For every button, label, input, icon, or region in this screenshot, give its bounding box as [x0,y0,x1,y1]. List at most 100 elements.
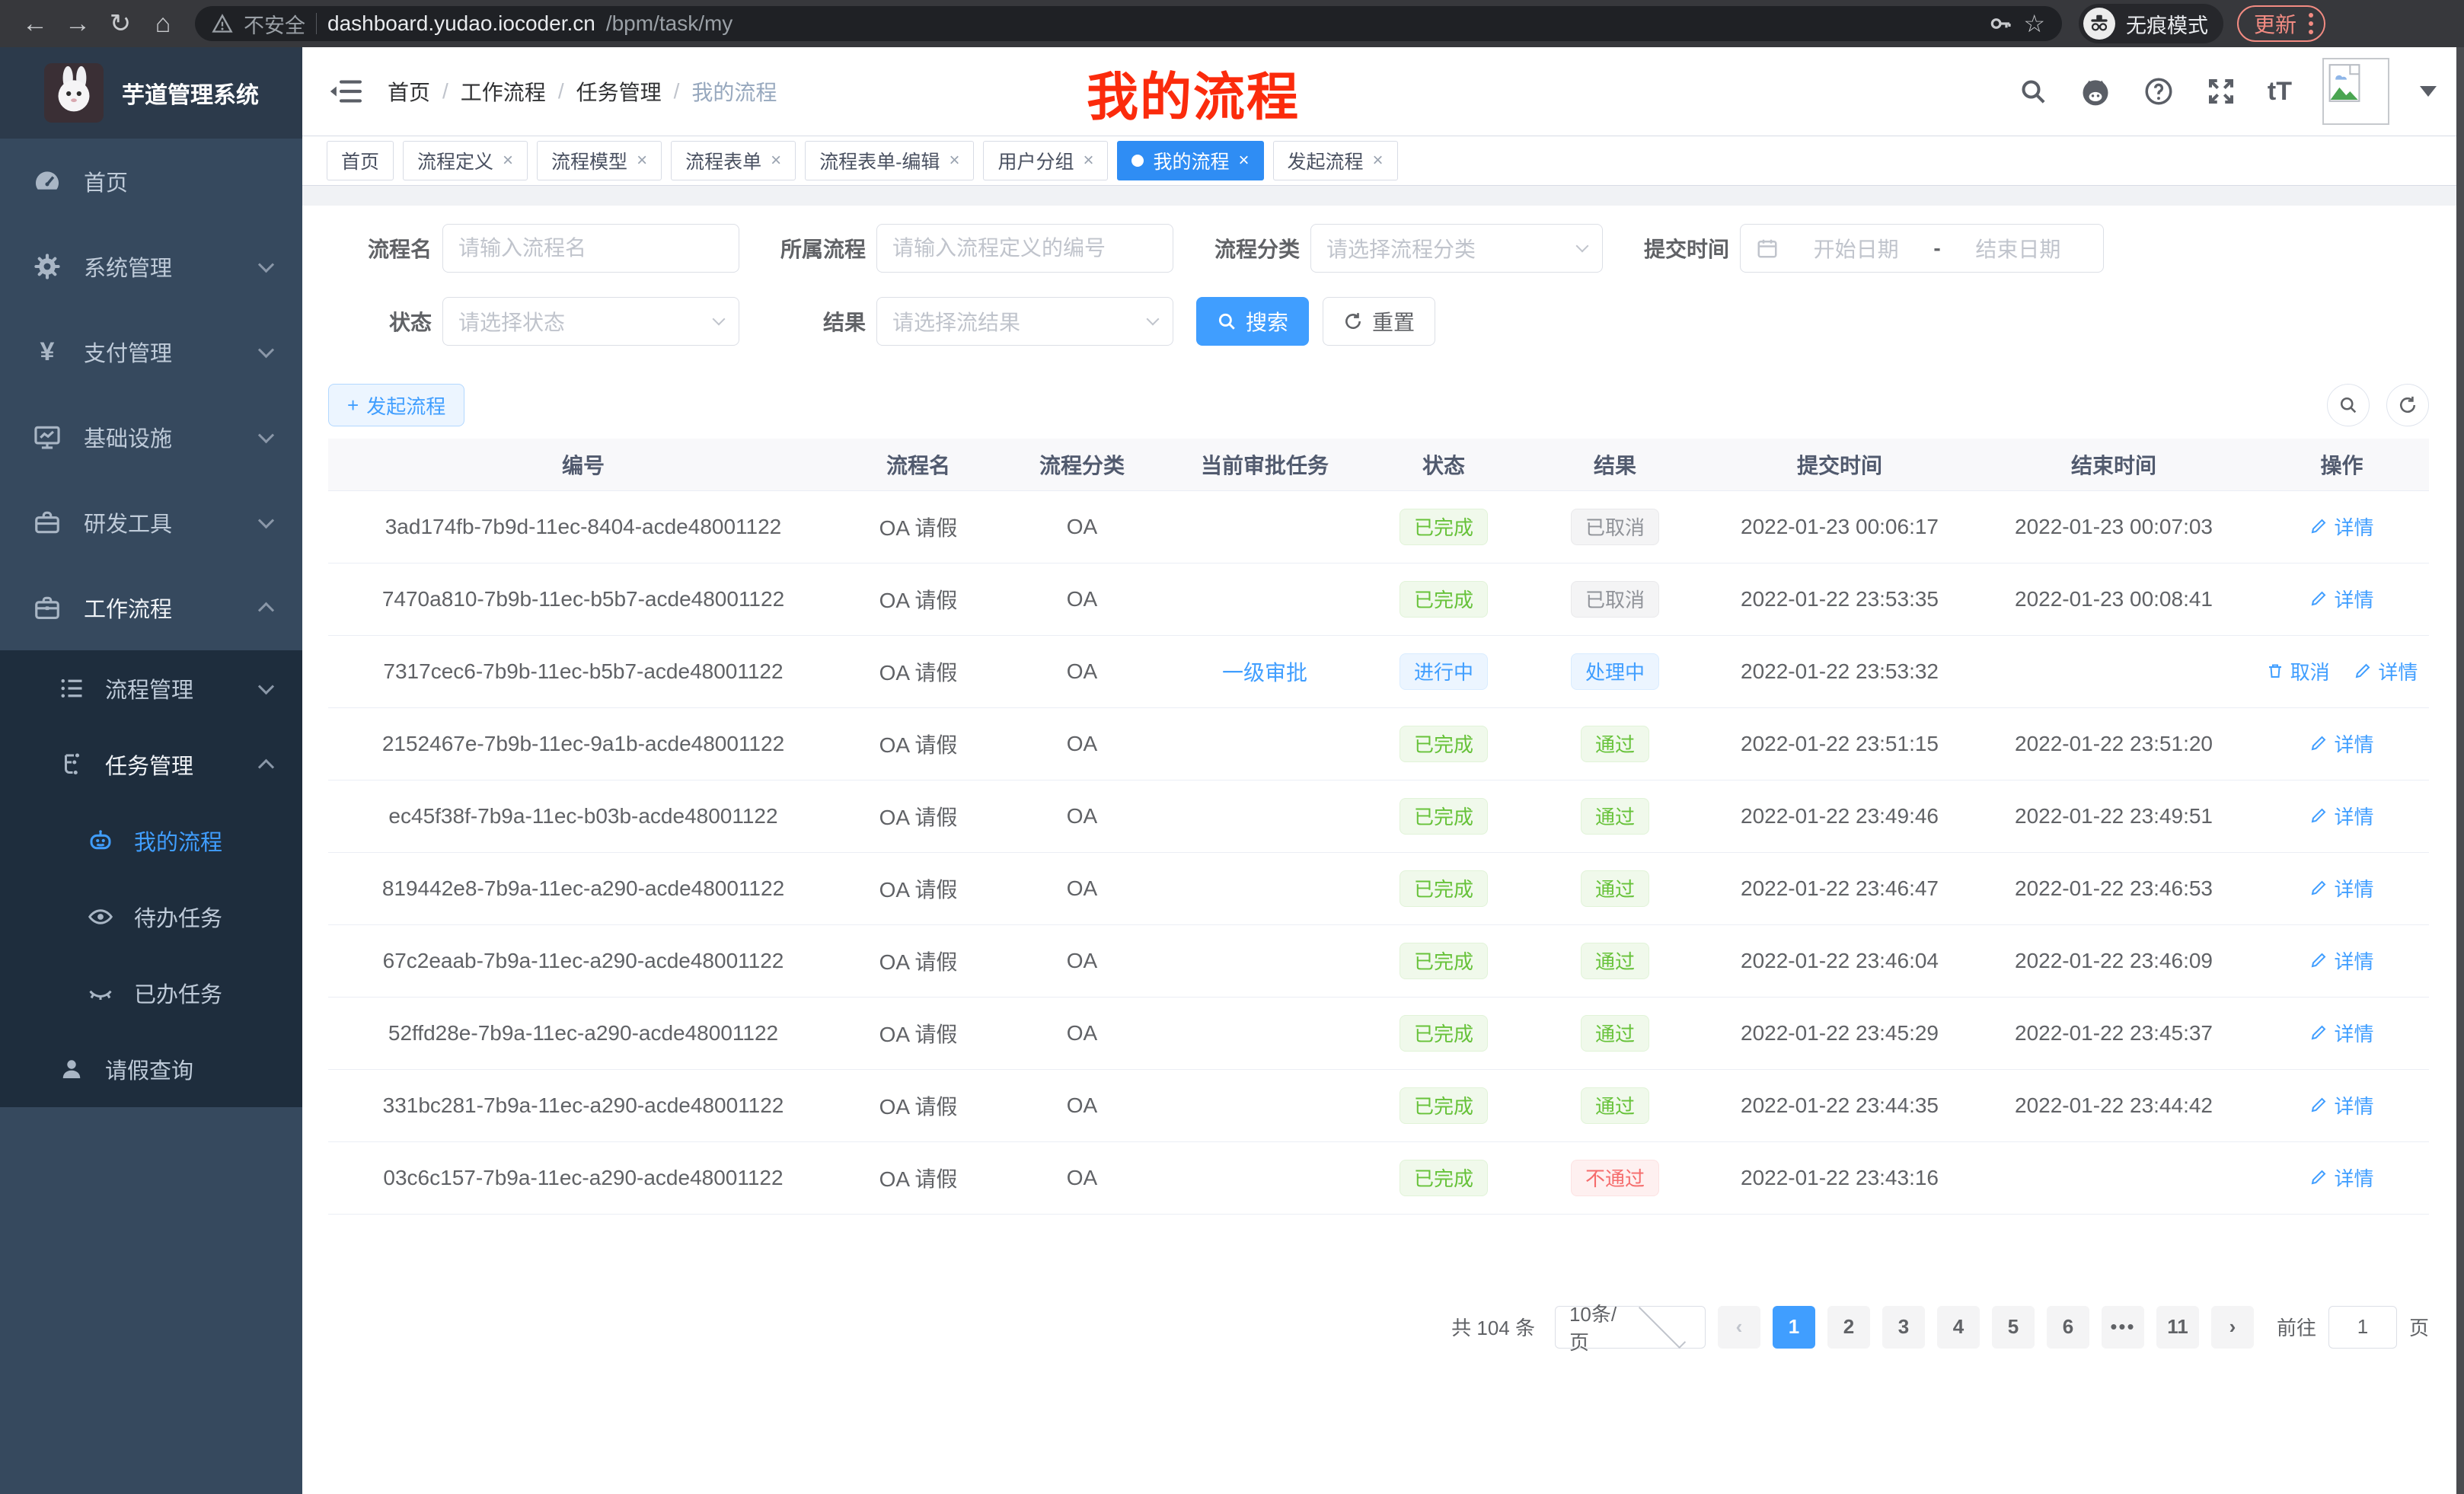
close-icon[interactable]: × [771,150,781,171]
detail-link[interactable]: 详情 [2309,802,2373,830]
sidebar-item-leave-query[interactable]: 请假查询 [0,1031,302,1107]
sidebar-toggle-icon[interactable] [330,78,362,105]
search-button[interactable]: 搜索 [1196,297,1309,346]
help-icon[interactable] [2143,75,2175,107]
url-host: dashboard.yudao.iocoder.cn [327,11,595,36]
status-badge: 已完成 [1400,798,1488,835]
detail-link[interactable]: 详情 [2309,1164,2373,1192]
close-icon[interactable]: × [1239,150,1250,171]
pagination: 共 104 条 10条/页 ‹ 1 2 3 4 5 6 ••• 11 › 前往 … [328,1306,2429,1349]
sidebar-item-todo-tasks[interactable]: 待办任务 [0,879,302,955]
filter-result-label: 结果 [762,306,866,337]
result-select[interactable]: 请选择流结果 [876,297,1173,346]
sidebar-item-system[interactable]: 系统管理 [0,224,302,309]
category-select[interactable]: 请选择流程分类 [1310,224,1603,273]
status-select[interactable]: 请选择状态 [442,297,739,346]
detail-link[interactable]: 详情 [2309,512,2373,541]
avatar[interactable] [2322,58,2389,125]
tag-tab-user-group[interactable]: 用户分组× [983,141,1108,180]
warning-icon [212,14,233,34]
page-button-1[interactable]: 1 [1773,1306,1815,1349]
avatar-caret-icon[interactable] [2420,86,2437,97]
sidebar-item-infra[interactable]: 基础设施 [0,394,302,480]
browser-forward-button[interactable]: → [56,5,99,42]
browser-back-button[interactable]: ← [14,5,56,42]
prev-page-button[interactable]: ‹ [1718,1306,1760,1349]
close-icon[interactable]: × [1373,150,1384,171]
detail-link[interactable]: 详情 [2354,657,2418,685]
tag-tab-process-definition[interactable]: 流程定义× [403,141,528,180]
sidebar-item-my-process[interactable]: 我的流程 [0,803,302,879]
page-button-11[interactable]: 11 [2156,1306,2199,1349]
detail-link[interactable]: 详情 [2309,1091,2373,1119]
goto-page-input[interactable] [2328,1306,2397,1349]
refresh-table-button[interactable] [2386,384,2429,426]
tag-tab-start-process[interactable]: 发起流程× [1273,141,1398,180]
detail-link[interactable]: 详情 [2309,729,2373,758]
detail-link[interactable]: 详情 [2309,1019,2373,1047]
bookmark-star-icon[interactable]: ☆ [2023,9,2045,38]
dashboard-icon [30,167,64,196]
browser-update-button[interactable]: 更新 [2237,5,2325,42]
page-button-3[interactable]: 3 [1882,1306,1925,1349]
process-name-input[interactable] [442,224,739,273]
close-icon[interactable]: × [637,150,647,171]
monitor-icon [30,423,64,452]
key-icon[interactable] [1988,11,2012,36]
detail-link[interactable]: 详情 [2309,874,2373,902]
breadcrumb-workflow[interactable]: 工作流程 [461,76,546,107]
sidebar-item-process-mgmt[interactable]: 流程管理 [0,650,302,726]
close-icon[interactable]: × [949,150,959,171]
tag-tab-process-model[interactable]: 流程模型× [537,141,662,180]
process-definition-input[interactable] [876,224,1173,273]
github-icon[interactable] [2079,75,2112,108]
tag-tab-process-form-edit[interactable]: 流程表单-编辑× [805,141,974,180]
sidebar-item-task-mgmt[interactable]: 任务管理 [0,726,302,803]
sidebar-item-workflow[interactable]: 工作流程 [0,565,302,650]
cancel-link[interactable]: 取消 [2266,657,2330,685]
sidebar-item-label: 我的流程 [134,825,222,857]
sidebar-item-done-tasks[interactable]: 已办任务 [0,955,302,1031]
page-button-4[interactable]: 4 [1937,1306,1980,1349]
end-date-placeholder[interactable]: 结束日期 [1949,233,2088,263]
sidebar-item-payment[interactable]: ¥ 支付管理 [0,309,302,394]
next-page-button[interactable]: › [2211,1306,2254,1349]
close-icon[interactable]: × [503,150,513,171]
status-badge: 已完成 [1400,1160,1488,1196]
create-process-button[interactable]: + 发起流程 [328,384,464,426]
result-badge: 通过 [1581,1015,1649,1052]
submit-time-range-picker[interactable]: 开始日期 - 结束日期 [1740,224,2104,273]
detail-link[interactable]: 详情 [2309,585,2373,613]
detail-link[interactable]: 详情 [2309,947,2373,975]
browser-menu-icon[interactable] [2309,13,2313,34]
breadcrumb-task-mgmt[interactable]: 任务管理 [576,76,662,107]
page-size-select[interactable]: 10条/页 [1555,1306,1706,1349]
security-label[interactable]: 不安全 [244,9,305,39]
result-badge: 处理中 [1571,653,1659,690]
start-date-placeholder[interactable]: 开始日期 [1786,233,1926,263]
breadcrumb-home[interactable]: 首页 [388,76,430,107]
page-button-5[interactable]: 5 [1992,1306,2035,1349]
sidebar-item-devtools[interactable]: 研发工具 [0,480,302,565]
browser-home-button[interactable]: ⌂ [142,5,184,42]
app-logo[interactable]: 芋道管理系统 [0,47,302,139]
sidebar-item-home[interactable]: 首页 [0,139,302,224]
tag-tab-home[interactable]: 首页 [327,141,394,180]
tag-tab-process-form[interactable]: 流程表单× [671,141,796,180]
search-icon [1217,311,1237,331]
show-search-button[interactable] [2327,384,2370,426]
close-icon[interactable]: × [1083,150,1093,171]
divider [316,13,317,34]
current-task-link[interactable]: 一级审批 [1166,635,1364,707]
search-icon[interactable] [2018,76,2048,107]
address-bar[interactable]: 不安全 dashboard.yudao.iocoder.cn/bpm/task/… [195,6,2062,41]
page-button-2[interactable]: 2 [1827,1306,1870,1349]
reset-button[interactable]: 重置 [1323,297,1435,346]
browser-reload-button[interactable]: ↻ [99,5,142,42]
fullscreen-icon[interactable] [2205,75,2237,107]
browser-scrollbar[interactable] [2456,47,2464,1494]
font-size-icon[interactable]: tT [2268,77,2292,107]
more-pages-icon[interactable]: ••• [2102,1306,2144,1349]
tag-tab-my-process[interactable]: 我的流程× [1117,141,1263,180]
page-button-6[interactable]: 6 [2047,1306,2089,1349]
